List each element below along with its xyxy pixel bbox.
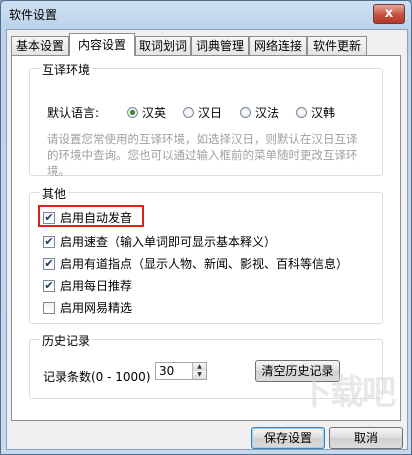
settings-window: 软件设置 x 基本设置 内容设置 取词划词 词典管理 网络连接 软件更新 互译环… xyxy=(0,0,412,455)
radio-chinese-japanese[interactable]: 汉日 xyxy=(183,104,222,121)
checkbox-checked-icon: ✔ xyxy=(43,234,55,248)
other-group: 其他 ✔ 启用自动发音 ✔ 启用速查（输入单词即可显示基本释义） ✔ 启用有道指… xyxy=(29,185,383,324)
checkbox-daily-recommend[interactable]: ✔ 启用每日推荐 xyxy=(43,277,132,294)
checkbox-checked-icon: ✔ xyxy=(43,256,55,270)
tab-basic[interactable]: 基本设置 xyxy=(11,36,69,55)
checkbox-youdao-tips[interactable]: ✔ 启用有道指点（显示人物、新闻、影视、百科等信息） xyxy=(43,255,348,272)
checkbox-checked-icon: ✔ xyxy=(43,210,55,224)
tab-network[interactable]: 网络连接 xyxy=(249,36,307,55)
close-button[interactable]: x xyxy=(373,4,405,24)
cancel-button[interactable]: 取消 xyxy=(329,427,403,449)
tab-dictionary[interactable]: 词典管理 xyxy=(191,36,249,55)
title-bar[interactable]: 软件设置 x xyxy=(1,1,411,27)
radio-chinese-korean[interactable]: 汉韩 xyxy=(296,104,335,121)
window-title: 软件设置 xyxy=(9,8,58,22)
watermark-logo: 下载吧 xyxy=(298,373,396,413)
radio-label: 汉韩 xyxy=(311,106,336,120)
record-count-value[interactable]: 30 xyxy=(159,364,174,378)
checkbox-checked-icon: ✔ xyxy=(43,278,55,292)
default-language-label: 默认语言: xyxy=(47,106,100,120)
checkbox-label: 启用自动发音 xyxy=(60,211,133,225)
radio-selected-icon xyxy=(127,107,138,118)
radio-icon xyxy=(183,107,194,118)
radio-label: 汉法 xyxy=(255,106,280,120)
checkbox-label: 启用速查（输入单词即可显示基本释义） xyxy=(60,235,277,249)
checkbox-quick-lookup[interactable]: ✔ 启用速查（输入单词即可显示基本释义） xyxy=(43,233,276,250)
checkbox-label: 启用每日推荐 xyxy=(60,279,133,293)
radio-chinese-english[interactable]: 汉英 xyxy=(127,104,166,121)
record-count-label: 记录条数(0 - 1000) xyxy=(43,370,151,384)
mutual-translation-group: 互译环境 默认语言: 汉英 汉日 汉法 汉韩 请设置您常使用的互译环境，如选择汉… xyxy=(29,61,383,178)
checkbox-label: 启用有道指点（显示人物、新闻、影视、百科等信息） xyxy=(60,257,349,271)
dialog-client: 基本设置 内容设置 取词划词 词典管理 网络连接 软件更新 互译环境 默认语言:… xyxy=(6,29,408,450)
history-group-title: 历史记录 xyxy=(40,332,93,349)
checkbox-auto-pronounce[interactable]: ✔ 启用自动发音 xyxy=(43,209,132,226)
radio-icon xyxy=(240,107,251,118)
checkbox-netease-select[interactable]: 启用网易精选 xyxy=(43,299,132,316)
radio-label: 汉日 xyxy=(198,106,223,120)
content-settings-panel: 互译环境 默认语言: 汉英 汉日 汉法 汉韩 请设置您常使用的互译环境，如选择汉… xyxy=(11,55,401,421)
spin-down-icon[interactable]: ▼ xyxy=(192,371,206,379)
tab-update[interactable]: 软件更新 xyxy=(307,36,367,55)
spin-up-icon[interactable]: ▲ xyxy=(192,363,206,371)
checkbox-label: 启用网易精选 xyxy=(60,301,133,315)
tab-content[interactable]: 内容设置 xyxy=(69,33,135,56)
mutual-hint-text: 请设置您常使用的互译环境，如选择汉日，则默认在汉日互译的环境中查询。您也可以通过… xyxy=(47,132,358,178)
close-icon: x xyxy=(384,6,394,21)
radio-icon xyxy=(296,107,307,118)
checkbox-unchecked-icon xyxy=(43,301,55,314)
radio-chinese-french[interactable]: 汉法 xyxy=(240,104,279,121)
other-group-title: 其他 xyxy=(40,185,69,202)
record-count-stepper[interactable]: 30 ▲ ▼ xyxy=(155,362,207,380)
radio-label: 汉英 xyxy=(142,106,167,120)
save-settings-button[interactable]: 保存设置 xyxy=(251,427,325,449)
tab-word-capture[interactable]: 取词划词 xyxy=(135,36,191,55)
mutual-group-title: 互译环境 xyxy=(40,61,93,78)
